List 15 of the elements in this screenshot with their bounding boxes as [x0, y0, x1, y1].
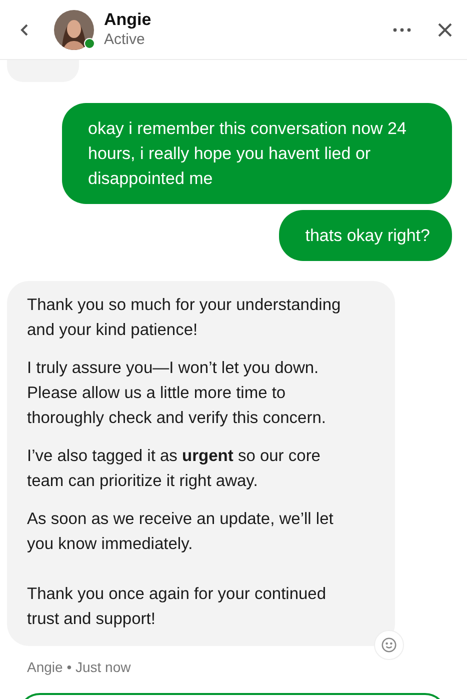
contact-status: Active: [104, 30, 146, 50]
contact-name: Angie: [104, 10, 152, 30]
close-icon: [437, 22, 453, 38]
message-paragraph: I truly assure you—I won’t let you down. Please allow us a little more time to thoroughly check and verify this concern.: [27, 358, 327, 429]
sent-message: thats okay right?: [279, 210, 452, 261]
smiley-icon: [381, 637, 397, 653]
message-paragraph: Thank you so much for your understanding and your kind patience!: [27, 295, 342, 341]
emoji-reaction-button[interactable]: [374, 630, 404, 660]
message-paragraph: Thank you once again for your continued trust and support!: [27, 584, 328, 630]
message-meta: Angie • Just now: [27, 659, 132, 675]
more-dots-icon: [393, 28, 411, 32]
sent-message: okay i remember this conversation now 24 hours, i really hope you havent lied or disappointed me: [62, 103, 452, 204]
message-paragraph: I’ve also tagged it as urgent so our core team can prioritize it right away.: [27, 446, 322, 492]
avatar: [54, 10, 94, 50]
message-paragraph: As soon as we receive an update, we’ll let you know immediately.: [27, 509, 334, 555]
